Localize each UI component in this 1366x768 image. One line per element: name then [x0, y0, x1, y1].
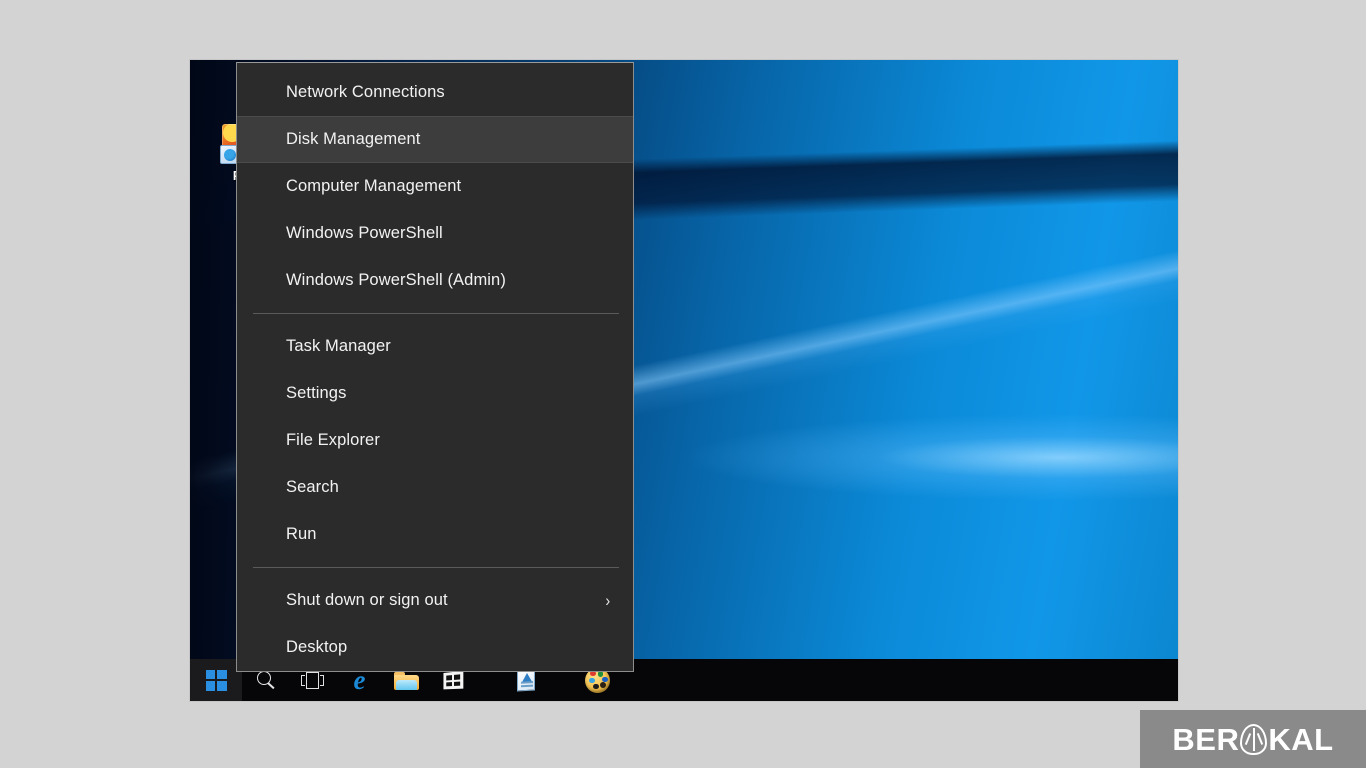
menu-item-label: Windows PowerShell (Admin): [286, 271, 506, 289]
leaf-brain-icon: [1240, 723, 1268, 755]
microsoft-store-icon: [442, 669, 465, 691]
menu-separator: [253, 566, 619, 568]
menu-item-task-manager[interactable]: Task Manager: [237, 323, 633, 370]
menu-item-label: File Explorer: [286, 430, 380, 449]
watermark-suffix: KAL: [1268, 721, 1334, 757]
menu-separator: [253, 313, 619, 314]
start-button[interactable]: [190, 659, 242, 701]
chevron-right-icon: ›: [605, 590, 611, 610]
watermark-prefix: BER: [1172, 721, 1240, 757]
menu-item-computer-management[interactable]: Computer Management: [237, 163, 633, 210]
menu-item-disk-management[interactable]: Disk Management: [237, 116, 633, 163]
windows-logo-icon: [205, 669, 227, 691]
page-root: Pi Network Connections Disk Management C…: [0, 0, 1366, 768]
menu-item-search[interactable]: Search: [237, 464, 633, 511]
menu-item-windows-powershell-admin[interactable]: Windows PowerShell (Admin): [237, 257, 633, 304]
menu-item-label: Network Connections: [286, 83, 445, 101]
menu-item-windows-powershell[interactable]: Windows PowerShell: [237, 210, 633, 257]
menu-item-label: Task Manager: [286, 336, 391, 355]
power-user-menu[interactable]: Network Connections Disk Management Comp…: [236, 62, 634, 672]
menu-item-label: Computer Management: [286, 177, 462, 195]
menu-item-file-explorer[interactable]: File Explorer: [237, 417, 633, 464]
menu-item-label: Run: [286, 524, 317, 543]
menu-item-shut-down-or-sign-out[interactable]: Shut down or sign out ›: [237, 577, 633, 624]
menu-item-label: Disk Management: [286, 130, 421, 148]
menu-item-label: Search: [286, 477, 339, 496]
screenshot-frame: Pi Network Connections Disk Management C…: [190, 60, 1178, 701]
menu-item-settings[interactable]: Settings: [237, 370, 633, 417]
menu-item-label: Shut down or sign out: [286, 590, 448, 609]
menu-item-run[interactable]: Run: [237, 511, 633, 558]
menu-item-desktop[interactable]: Desktop: [237, 624, 633, 671]
menu-item-network-connections[interactable]: Network Connections: [237, 69, 633, 116]
task-view-icon: [301, 671, 324, 689]
menu-item-label: Desktop: [286, 637, 348, 656]
folder-icon: [394, 671, 419, 690]
menu-item-label: Windows PowerShell: [286, 224, 443, 242]
watermark-badge: BER KAL: [1140, 710, 1366, 768]
search-icon: [256, 670, 276, 690]
menu-item-label: Settings: [286, 383, 347, 402]
